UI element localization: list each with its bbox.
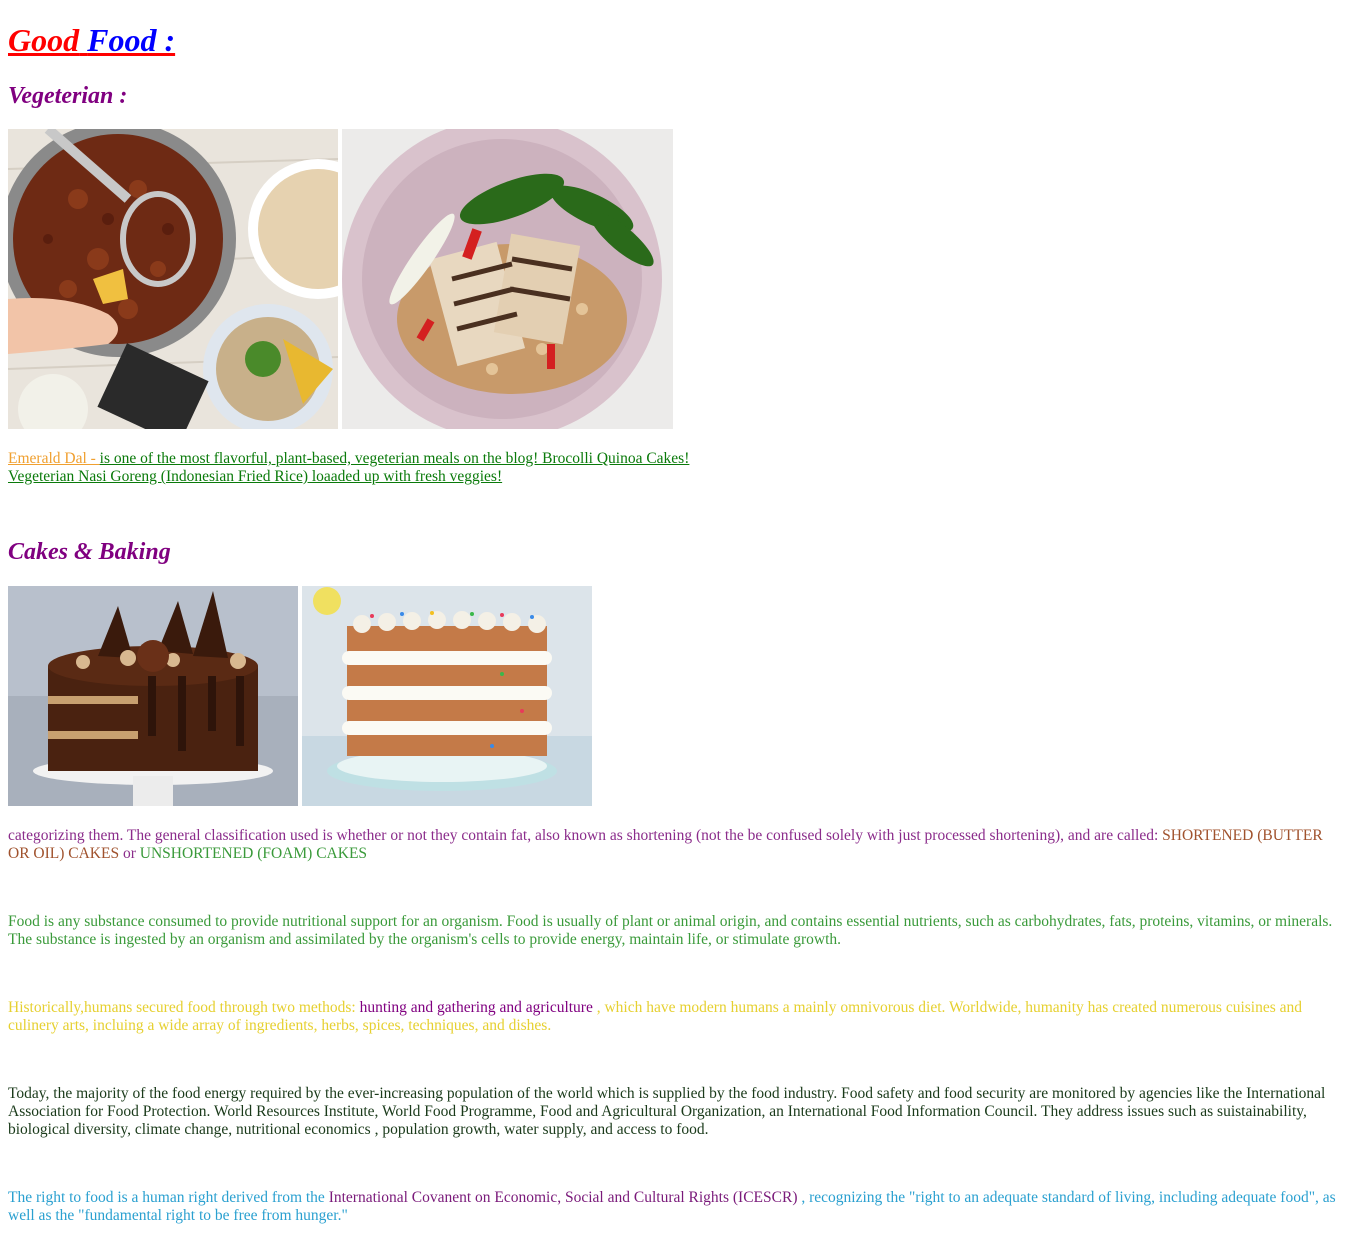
right-to-food-paragraph: The right to food is a human right deriv… [8, 1189, 1341, 1225]
cake-images [8, 586, 592, 806]
title-good: Good [8, 22, 80, 58]
history-text-a: Historically,humans secured food through… [8, 999, 360, 1016]
tofu-rice-bowl-photo [342, 129, 673, 429]
history-methods-text: hunting and gathering and agriculture [359, 999, 593, 1016]
chili-pot-photo [8, 129, 338, 429]
cakes-heading: Cakes & Baking [8, 539, 171, 565]
chocolate-cake-photo [8, 586, 298, 806]
vegetarian-description: Emerald Dal - is one of the most flavorf… [8, 450, 1341, 486]
vegetarian-heading: Vegeterian : [8, 83, 128, 109]
emerald-dal-link[interactable]: Emerald Dal - [8, 450, 100, 467]
vegetarian-link-1[interactable]: is one of the most flavorful, plant-base… [100, 450, 690, 467]
unshortened-cakes-text: UNSHORTENED (FOAM) CAKES [139, 845, 368, 862]
cakes-description: categorizing them. The general classific… [8, 827, 1341, 863]
food-definition-paragraph: Food is any substance consumed to provid… [8, 913, 1333, 948]
cakes-text-or: or [119, 845, 140, 862]
food-industry-paragraph: Today, the majority of the food energy r… [8, 1085, 1326, 1138]
vegetarian-link-2[interactable]: Vegeterian Nasi Goreng (Indonesian Fried… [8, 468, 502, 485]
icescr-text: International Covanent on Economic, Soci… [328, 1189, 798, 1206]
sprinkle-layer-cake-photo [302, 586, 592, 806]
title-food: Food : [87, 22, 176, 58]
vegetarian-images [8, 129, 673, 429]
page-title: Good Food : [8, 22, 175, 59]
right-text-a: The right to food is a human right deriv… [8, 1189, 329, 1206]
cakes-text-main: categorizing them. The general classific… [8, 827, 1163, 844]
food-history-paragraph: Historically,humans secured food through… [8, 999, 1341, 1035]
